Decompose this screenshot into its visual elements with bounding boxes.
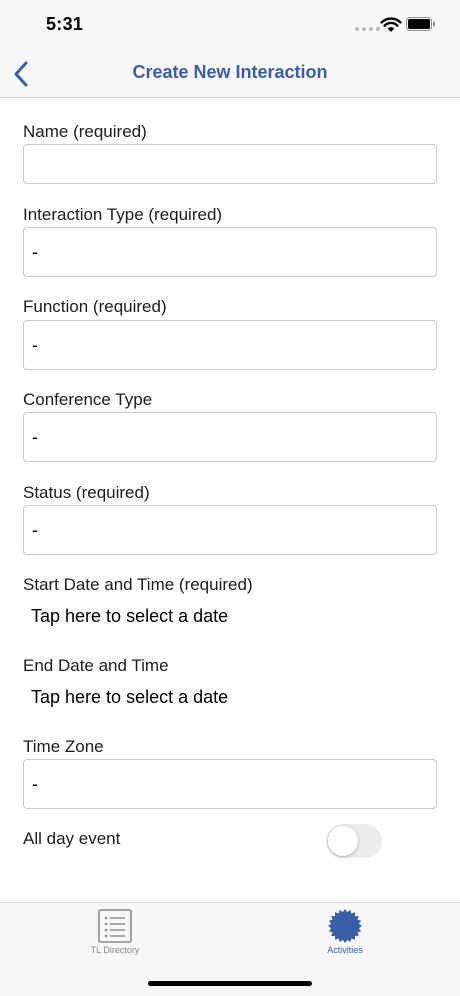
status-label: Status (required) bbox=[23, 483, 150, 502]
navigation-bar: Create New Interaction bbox=[0, 50, 460, 98]
screen: 5:31 Create New Interaction Name (requir… bbox=[0, 0, 460, 996]
interaction-type-label: Interaction Type (required) bbox=[23, 205, 223, 224]
status-time: 5:31 bbox=[46, 14, 84, 34]
conference-type-select[interactable]: - bbox=[23, 412, 437, 462]
home-indicator bbox=[148, 981, 312, 986]
status-bar: 5:31 bbox=[0, 0, 460, 50]
interaction-type-select[interactable]: - bbox=[23, 227, 437, 277]
start-date-label: Start Date and Time (required) bbox=[23, 575, 253, 594]
all-day-label: All day event bbox=[23, 829, 121, 848]
status-select[interactable]: - bbox=[23, 505, 437, 555]
tab-activities-label: Activities bbox=[327, 945, 363, 955]
function-select[interactable]: - bbox=[23, 320, 437, 370]
gear-badge-icon bbox=[328, 909, 362, 943]
tab-tl-directory[interactable]: TL Directory bbox=[0, 903, 230, 967]
wifi-icon bbox=[380, 17, 402, 32]
tab-activities[interactable]: Activities bbox=[230, 903, 460, 967]
cellular-signal-icon bbox=[355, 27, 380, 31]
end-date-label: End Date and Time bbox=[23, 656, 169, 675]
tab-tl-directory-label: TL Directory bbox=[90, 945, 140, 955]
conference-type-label: Conference Type bbox=[23, 390, 153, 409]
start-date-picker[interactable]: Tap here to select a date bbox=[31, 606, 228, 627]
time-zone-label: Time Zone bbox=[23, 737, 104, 756]
toggle-knob bbox=[328, 826, 358, 856]
list-icon bbox=[98, 909, 132, 943]
name-field[interactable] bbox=[23, 144, 437, 184]
all-day-toggle[interactable] bbox=[326, 824, 382, 858]
page-title: Create New Interaction bbox=[132, 62, 328, 82]
name-label: Name (required) bbox=[23, 122, 147, 141]
end-date-picker[interactable]: Tap here to select a date bbox=[31, 687, 228, 708]
time-zone-select[interactable]: - bbox=[23, 759, 437, 809]
battery-icon bbox=[406, 17, 435, 31]
function-label: Function (required) bbox=[23, 297, 167, 316]
